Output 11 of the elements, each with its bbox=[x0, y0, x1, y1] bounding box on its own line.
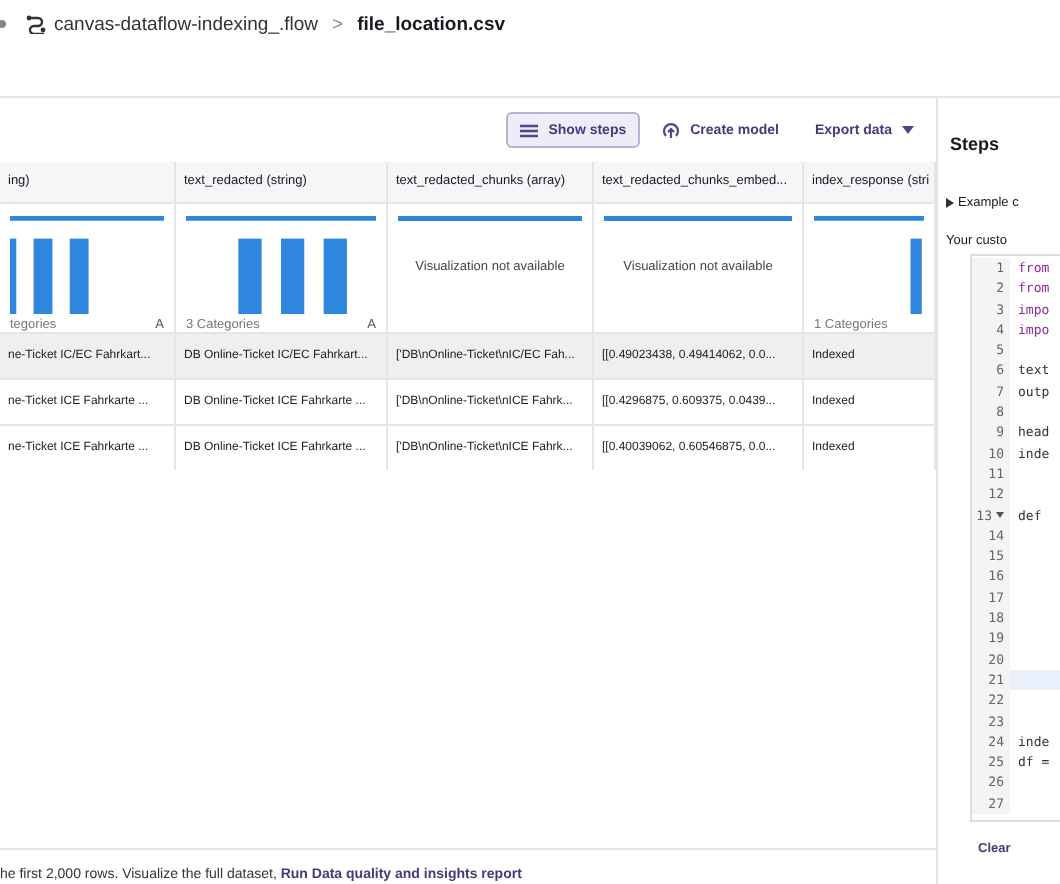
caret-icon bbox=[946, 198, 954, 208]
fold-icon bbox=[996, 512, 1004, 519]
panel-title: Steps bbox=[950, 134, 1002, 154]
flow-icon bbox=[26, 14, 46, 34]
breadcrumb-current: file_location.csv bbox=[357, 13, 506, 35]
breadcrumb-link[interactable]: canvas-dataflow-indexing_.flow bbox=[54, 13, 319, 35]
upload-icon bbox=[662, 121, 681, 139]
histogram-chart bbox=[814, 216, 924, 314]
list-icon bbox=[520, 123, 539, 137]
caret-icon bbox=[902, 126, 914, 134]
breadcrumb-separator: > bbox=[332, 13, 344, 35]
